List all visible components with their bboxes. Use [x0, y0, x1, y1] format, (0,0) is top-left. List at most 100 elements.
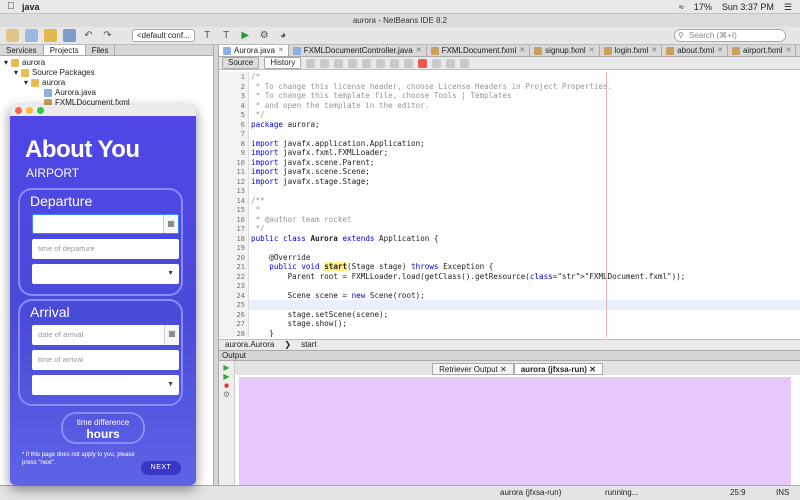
arrival-time-field[interactable]: time of arrival [32, 350, 179, 370]
forward-icon[interactable] [320, 58, 330, 68]
redo-icon[interactable]: ↷ [101, 29, 114, 42]
close-icon[interactable]: ✕ [717, 45, 723, 56]
undo-icon[interactable]: ↶ [82, 29, 95, 42]
tree-item[interactable]: Aurora.java [0, 88, 213, 98]
code-line[interactable]: import javafx.scene.Parent; [249, 158, 800, 168]
config-select[interactable]: <default conf... [132, 29, 195, 42]
code-line[interactable] [249, 281, 800, 291]
status-process[interactable]: aurora (jfxsa-run) [500, 486, 561, 500]
build-icon[interactable]: T [201, 29, 214, 42]
stop-icon[interactable]: ■ [219, 381, 234, 390]
code-line[interactable]: /* [249, 72, 800, 82]
clean-build-icon[interactable]: T [220, 29, 233, 42]
uncomment-icon[interactable] [460, 58, 470, 68]
code-line[interactable]: public void start(Stage stage) throws Ex… [249, 262, 800, 272]
toggle-highlight-icon[interactable] [376, 58, 386, 68]
open-project-icon[interactable] [44, 29, 57, 42]
code-line[interactable]: public class Aurora extends Application … [249, 234, 800, 244]
calendar-icon[interactable]: ▦ [163, 215, 178, 233]
arrival-select[interactable]: ▼ [32, 375, 179, 395]
code-line[interactable]: stage.show(); [249, 319, 800, 329]
save-all-icon[interactable] [63, 29, 76, 42]
new-project-icon[interactable] [6, 29, 19, 42]
profile-icon[interactable]: ◕ [277, 29, 290, 42]
code-line[interactable]: } [249, 329, 800, 338]
back-icon[interactable] [306, 58, 316, 68]
code-line[interactable]: @Override [249, 253, 800, 263]
departure-select[interactable]: ▼ [32, 264, 179, 284]
tree-item[interactable]: ▾ aurora [0, 78, 213, 88]
next-button[interactable]: NEXT [141, 461, 181, 475]
code-line[interactable]: package aurora; [249, 120, 800, 130]
new-file-icon[interactable] [25, 29, 38, 42]
editor-tab[interactable]: login.fxml ✕ [600, 45, 663, 56]
app-menu[interactable]: java [22, 2, 40, 12]
find-prev-icon[interactable] [348, 58, 358, 68]
code-line[interactable] [249, 300, 800, 310]
code-line[interactable]: import javafx.scene.Scene; [249, 167, 800, 177]
history-button[interactable]: History [264, 57, 302, 69]
close-icon[interactable]: ✕ [519, 45, 525, 56]
code-line[interactable]: * @author team rocket [249, 215, 800, 225]
code-line[interactable] [249, 129, 800, 139]
minimize-window-icon[interactable] [26, 107, 33, 114]
code-line[interactable]: */ [249, 110, 800, 120]
editor-tab[interactable]: about.fxml ✕ [662, 45, 728, 56]
debug-icon[interactable]: ⚙ [258, 29, 271, 42]
clock[interactable]: Sun 3:37 PM [722, 2, 774, 12]
editor-tab[interactable]: FXMLDocumentController.java ✕ [289, 45, 427, 56]
calendar-icon[interactable]: ▦ [164, 325, 179, 345]
shift-left-icon[interactable] [390, 58, 400, 68]
tab-projects[interactable]: Projects [43, 45, 86, 55]
editor-tab[interactable]: airport.fxml ✕ [728, 45, 797, 56]
close-icon[interactable]: ✕ [278, 45, 284, 56]
shift-right-icon[interactable] [404, 58, 414, 68]
departure-time-field[interactable]: time of departure [32, 239, 179, 259]
close-icon[interactable]: ✕ [500, 365, 507, 374]
code-line[interactable]: Parent root = FXMLLoader.load(getClass()… [249, 272, 800, 282]
run-icon[interactable]: ▶ [239, 29, 252, 42]
battery-label[interactable]: 17% [694, 2, 712, 12]
tree-item[interactable]: ▾ Source Packages [0, 68, 213, 78]
breadcrumb-class[interactable]: aurora.Aurora [225, 340, 274, 350]
code-line[interactable]: /** [249, 196, 800, 206]
wifi-icon[interactable]: ≈ [679, 2, 684, 12]
code-line[interactable]: * and open the template in the editor. [249, 101, 800, 111]
code-line[interactable]: import javafx.fxml.FXMLLoader; [249, 148, 800, 158]
apple-icon[interactable]:  [0, 1, 22, 12]
tab-aurora-run[interactable]: aurora (jfxsa-run) ✕ [513, 363, 603, 375]
code-line[interactable]: * To change this template file, choose T… [249, 91, 800, 101]
find-next-icon[interactable] [362, 58, 372, 68]
zoom-window-icon[interactable] [37, 107, 44, 114]
close-window-icon[interactable] [15, 107, 22, 114]
close-icon[interactable]: ✕ [589, 45, 595, 56]
code-line[interactable] [249, 186, 800, 196]
comment-icon[interactable] [446, 58, 456, 68]
settings-icon[interactable]: ⚙ [219, 390, 234, 399]
rerun-different-icon[interactable]: ▶ [219, 372, 234, 381]
find-icon[interactable] [334, 58, 344, 68]
code-line[interactable] [249, 243, 800, 253]
code-line[interactable]: Scene scene = new Scene(root); [249, 291, 800, 301]
menu-icon[interactable]: ☰ [784, 2, 792, 13]
code-line[interactable]: import javafx.application.Application; [249, 139, 800, 149]
breadcrumb-method[interactable]: start [301, 340, 317, 350]
search-input[interactable]: ⚲ Search (⌘+I) [674, 29, 786, 42]
close-icon[interactable]: ✕ [651, 45, 657, 56]
tree-item[interactable]: ▾ aurora [0, 58, 213, 68]
editor-tab[interactable]: signup.fxml ✕ [530, 45, 600, 56]
close-icon[interactable]: ✕ [589, 365, 596, 374]
code-line[interactable]: * [249, 205, 800, 215]
code-line[interactable]: import javafx.stage.Stage; [249, 177, 800, 187]
rerun-icon[interactable]: ▶ [219, 363, 234, 372]
code-line[interactable]: */ [249, 224, 800, 234]
close-icon[interactable]: ✕ [786, 45, 792, 56]
output-console[interactable] [239, 377, 791, 485]
record-macro-icon[interactable] [418, 58, 428, 68]
source-button[interactable]: Source [222, 57, 260, 69]
close-icon[interactable]: ✕ [416, 45, 422, 56]
code-editor[interactable]: /* * To change this license header, choo… [249, 72, 800, 337]
editor-tab[interactable]: FXMLDocument.fxml ✕ [427, 45, 531, 56]
editor-tab[interactable]: Aurora.java ✕ [219, 45, 289, 56]
departure-date-field[interactable]: ▦ [32, 214, 179, 234]
